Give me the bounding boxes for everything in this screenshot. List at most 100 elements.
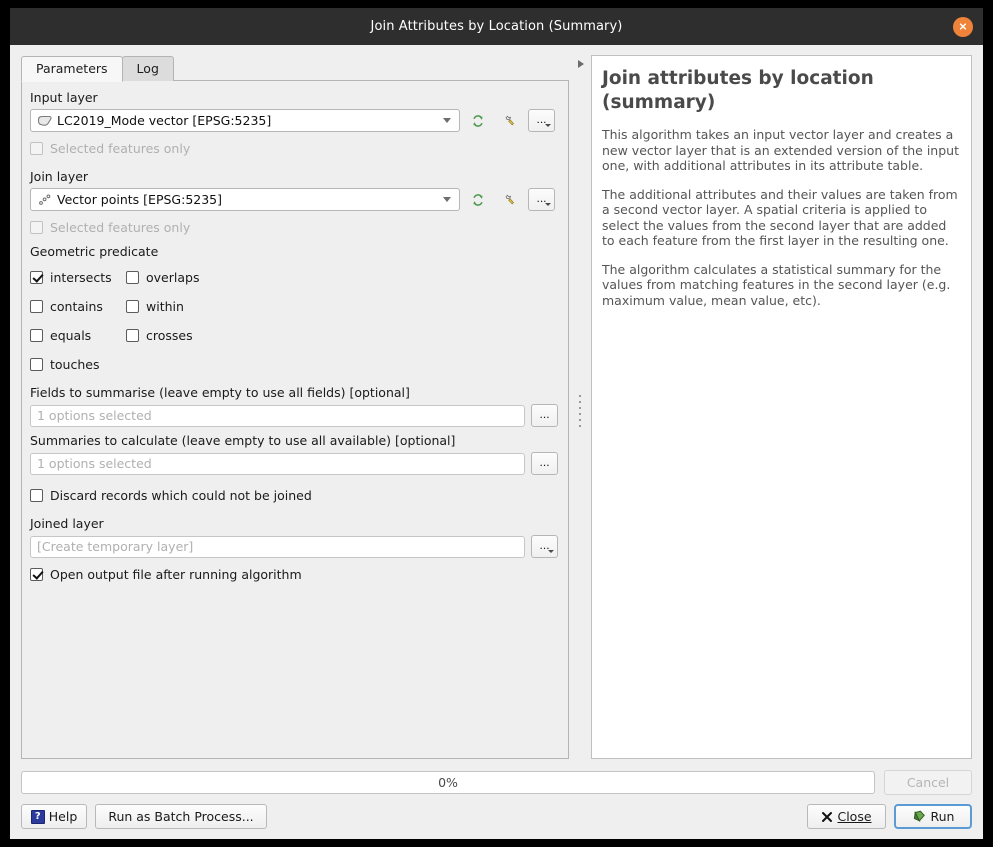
tab-parameters[interactable]: Parameters [21, 56, 123, 82]
input-layer-wrench-icon[interactable] [496, 109, 522, 132]
panel-splitter[interactable] [569, 55, 591, 759]
refresh-glyph [473, 193, 483, 206]
collapse-panel-arrow-icon[interactable] [578, 60, 584, 68]
join-layer-row: Vector points [EPSG:5235] ... [30, 188, 558, 211]
open-output-row[interactable]: Open output file after running algorithm [30, 564, 558, 585]
join-layer-combo[interactable]: Vector points [EPSG:5235] [30, 188, 460, 211]
title-bar: Join Attributes by Location (Summary) [10, 8, 983, 45]
input-selected-features-row[interactable]: Selected features only [30, 138, 558, 159]
input-layer-value: LC2019_Mode vector [EPSG:5235] [57, 113, 272, 128]
input-layer-combo[interactable]: LC2019_Mode vector [EPSG:5235] [30, 109, 460, 132]
open-output-label: Open output file after running algorithm [50, 567, 302, 582]
predicate-intersects-label: intersects [50, 270, 112, 285]
input-layer-refresh-icon[interactable] [465, 109, 491, 132]
predicate-touches-checkbox[interactable] [30, 358, 43, 371]
x-icon [822, 811, 833, 822]
close-button[interactable]: Close [807, 804, 886, 829]
dialog-window: Join Attributes by Location (Summary) Pa… [10, 8, 983, 839]
grip-dot [579, 425, 581, 427]
predicate-crosses[interactable]: crosses [126, 328, 193, 343]
join-layer-value: Vector points [EPSG:5235] [57, 192, 223, 207]
join-layer-browse-button[interactable]: ... [528, 188, 555, 211]
fields-to-summarise-row: 1 options selected ... [30, 404, 558, 427]
discard-records-row[interactable]: Discard records which could not be joine… [30, 485, 558, 506]
predicate-within[interactable]: within [126, 299, 184, 314]
input-layer-browse-button[interactable]: ... [528, 109, 555, 132]
predicate-touches[interactable]: touches [30, 357, 126, 372]
grip-dot [579, 419, 581, 421]
predicate-equals-checkbox[interactable] [30, 329, 43, 342]
predicate-overlaps-label: overlaps [146, 270, 200, 285]
predicate-intersects-checkbox[interactable] [30, 271, 43, 284]
parameters-panel: Input layer LC2019_Mode vector [EPSG:523… [21, 80, 569, 759]
predicate-overlaps[interactable]: overlaps [126, 270, 199, 285]
input-selected-features-checkbox[interactable] [30, 142, 43, 155]
predicate-equals[interactable]: equals [30, 328, 126, 343]
summaries-to-calculate-browse-button[interactable]: ... [531, 452, 558, 475]
run-arrow-icon [913, 810, 925, 822]
polygon-layer-icon [37, 115, 52, 126]
joined-layer-label: Joined layer [30, 516, 104, 531]
join-layer-refresh-icon[interactable] [465, 188, 491, 211]
predicate-equals-label: equals [50, 328, 92, 343]
window-title: Join Attributes by Location (Summary) [370, 19, 623, 34]
predicate-within-label: within [146, 299, 184, 314]
discard-records-label: Discard records which could not be joine… [50, 488, 312, 503]
run-button[interactable]: Run [894, 804, 972, 829]
predicate-within-checkbox[interactable] [126, 300, 139, 313]
dialog-body: Parameters Log Input layer LC2019_Mode v… [10, 45, 983, 759]
cancel-button[interactable]: Cancel [884, 770, 972, 795]
chevron-down-icon [443, 197, 451, 202]
run-as-batch-button[interactable]: Run as Batch Process... [95, 804, 267, 829]
chevron-down-icon [548, 550, 554, 553]
predicate-contains-label: contains [50, 299, 103, 314]
joined-layer-row: [Create temporary layer] ... [30, 535, 558, 558]
input-layer-label: Input layer [30, 90, 98, 105]
dialog-footer: 0% Cancel ? Help Run as Batch Process...… [10, 759, 983, 839]
fields-to-summarise-input[interactable]: 1 options selected [30, 404, 526, 427]
close-icon[interactable] [953, 16, 973, 37]
help-title: Join attributes by location (summary) [602, 68, 874, 113]
help-paragraph: The algorithm calculates a statistical s… [602, 261, 951, 308]
geometric-predicate-label: Geometric predicate [30, 244, 159, 259]
grip-dot [579, 395, 581, 397]
help-button-label: Help [48, 809, 78, 824]
predicate-overlaps-checkbox[interactable] [126, 271, 139, 284]
point-layer-icon [39, 194, 51, 205]
join-selected-features-row[interactable]: Selected features only [30, 217, 558, 238]
predicate-row: equals crosses [30, 321, 558, 350]
left-pane: Parameters Log Input layer LC2019_Mode v… [21, 55, 569, 759]
grip-dot [579, 407, 581, 409]
refresh-glyph [473, 114, 483, 127]
wrench-glyph [505, 115, 514, 125]
predicate-contains-checkbox[interactable] [30, 300, 43, 313]
discard-records-checkbox[interactable] [30, 489, 43, 502]
joined-layer-input[interactable]: [Create temporary layer] [30, 535, 526, 558]
predicate-contains[interactable]: contains [30, 299, 126, 314]
predicate-crosses-checkbox[interactable] [126, 329, 139, 342]
join-layer-label: Join layer [30, 169, 89, 184]
question-mark-icon: ? [30, 809, 45, 824]
predicate-intersects[interactable]: intersects [30, 270, 126, 285]
fields-to-summarise-browse-button[interactable]: ... [531, 404, 558, 427]
chevron-down-icon [545, 124, 551, 127]
join-layer-wrench-icon[interactable] [496, 188, 522, 211]
progress-row: 0% Cancel [21, 770, 972, 795]
grip-dot [579, 401, 581, 403]
summaries-to-calculate-row: 1 options selected ... [30, 452, 558, 475]
open-output-checkbox[interactable] [30, 568, 43, 581]
fields-to-summarise-label: Fields to summarise (leave empty to use … [30, 385, 410, 400]
summaries-to-calculate-browse-label: ... [539, 455, 550, 469]
join-selected-features-checkbox[interactable] [30, 221, 43, 234]
join-selected-features-label: Selected features only [50, 220, 191, 235]
tab-log[interactable]: Log [121, 56, 174, 81]
wrench-glyph [505, 194, 514, 204]
close-glyph [959, 23, 967, 30]
joined-layer-browse-button[interactable]: ... [531, 535, 558, 558]
splitter-grip-handle[interactable] [579, 395, 581, 427]
summaries-to-calculate-input[interactable]: 1 options selected [30, 452, 526, 475]
geometric-predicate-grid: intersects overlaps contains within equa… [30, 263, 558, 379]
help-button[interactable]: ? Help [21, 804, 87, 829]
predicate-row: intersects overlaps [30, 263, 558, 292]
predicate-row: contains within [30, 292, 558, 321]
